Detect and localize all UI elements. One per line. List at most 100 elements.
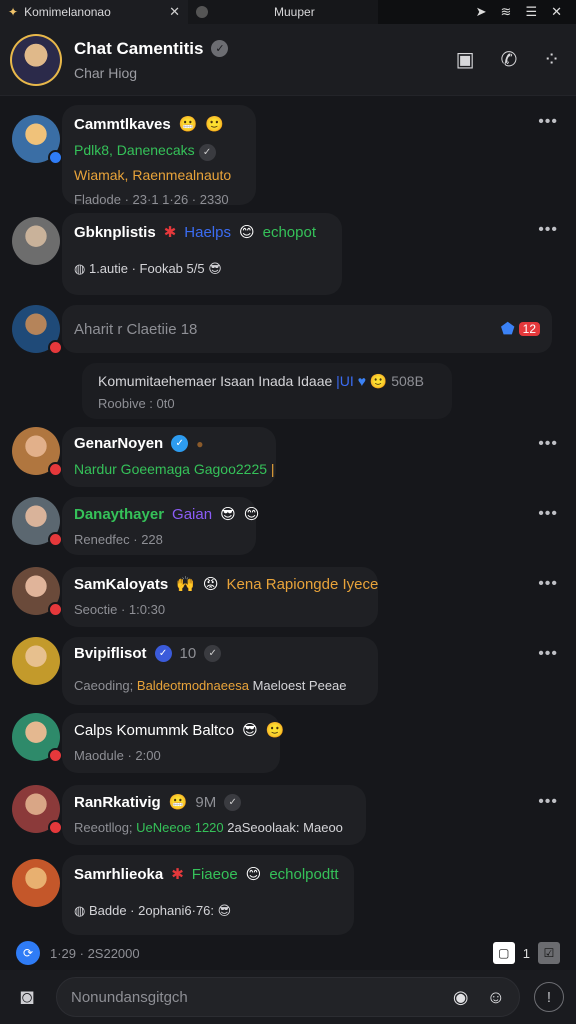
- window-icon[interactable]: ▢: [492, 942, 515, 964]
- more-options-icon[interactable]: •••: [538, 793, 558, 811]
- checkbox-icon[interactable]: ☑: [538, 942, 560, 964]
- preview-line: Caeoding; Baldeotmodnaeesa Maeloest Peea…: [74, 678, 366, 693]
- emoji-icon: 🙂: [369, 373, 388, 389]
- tag-text: 10: [179, 645, 197, 662]
- check-icon: ✓: [224, 793, 242, 811]
- wifi-icon: ≋: [500, 4, 512, 19]
- emoji-icon: 😎: [242, 722, 258, 739]
- quote-extra: 508B: [391, 373, 424, 389]
- quoted-message: Komumitaehemaer Isaan Inada Idaae |UI ♥ …: [82, 363, 452, 419]
- contact-name-text: RanRkativig: [74, 793, 161, 811]
- avatar[interactable]: [12, 35, 60, 84]
- more-options-icon[interactable]: •••: [538, 221, 558, 239]
- message-placeholder: Nonundansgitgch: [71, 988, 188, 1006]
- close-icon[interactable]: ✕: [551, 4, 562, 20]
- quote-link[interactable]: |UI: [336, 373, 354, 389]
- app-icon: ✦: [8, 5, 19, 19]
- tag-text: Haelps: [184, 223, 231, 241]
- message-bubble: Aharit r Claetiie 18 ⬟ 12: [62, 305, 552, 353]
- menu-icon[interactable]: ☰: [525, 4, 537, 20]
- tag-text: 9M: [195, 793, 217, 811]
- tag-text: Fiaeoe: [191, 865, 238, 883]
- avatar: [12, 115, 63, 165]
- contact-name: Aharit r Claetiie 18: [74, 320, 198, 338]
- chat-list: Cammtlkaves 😬 🙂 Pdlk8, Danenecaks ✓ Wiam…: [0, 97, 576, 937]
- tag-text: echolpodtt: [269, 865, 339, 883]
- video-call-icon[interactable]: ▣: [456, 47, 475, 72]
- emoji-icon: 🙂: [265, 722, 285, 739]
- contact-name: GenarNoyen ✓ ●: [74, 435, 264, 452]
- message-input[interactable]: Nonundansgitgch ◉ ☺: [56, 977, 520, 1017]
- sync-icon[interactable]: ⟳: [16, 941, 40, 965]
- more-options-icon[interactable]: •••: [538, 505, 558, 523]
- message-bubble: RanRkativig 😬 9M ✓ Reeotllog; UeNeeoe 12…: [62, 785, 366, 845]
- tab-secondary[interactable]: Muuper: [188, 0, 378, 24]
- page-title: Chat Camentitis ✓: [74, 38, 229, 59]
- message-bubble: Bvipiflisot ✓ 10 ✓ Caeoding; Baldeotmodn…: [62, 637, 378, 705]
- tab-active[interactable]: ✦ Komimelanonao ✕: [0, 0, 188, 24]
- more-options-icon[interactable]: •••: [538, 113, 558, 131]
- verified-icon: ✓: [211, 40, 229, 57]
- count-badge: 12: [518, 322, 540, 336]
- camera-icon[interactable]: ◙: [12, 984, 42, 1010]
- message-bubble: Danaythayer Gaian 😎 😊 Renedfec · 228: [62, 497, 259, 555]
- emoji-icon: 😡: [202, 576, 219, 593]
- message-bubble: Gbknplistis ✱ Haelps 😊 echopot ◍ 1.autie…: [62, 213, 342, 295]
- avatar: [12, 713, 63, 763]
- preview-text: Caeoding;: [74, 678, 134, 693]
- contact-name: Samrhlieoka ✱ Fiaeoe 😊 echolpodtt: [74, 865, 342, 884]
- avatar: [12, 785, 63, 835]
- timestamp: Maodule · 2:00: [74, 748, 161, 763]
- preview-line: Pdlk8, Danenecaks ✓: [74, 142, 244, 161]
- emoji-icon: 😬: [168, 794, 188, 811]
- phone-icon[interactable]: ✆: [500, 47, 517, 72]
- contact-name-text: Danaythayer: [74, 505, 165, 523]
- emoji-icon: 🙌: [176, 576, 195, 593]
- emoji-icon: 😎: [208, 261, 222, 276]
- microphone-icon[interactable]: !: [534, 982, 564, 1012]
- message-composer: ◙ Nonundansgitgch ◉ ☺ !: [0, 970, 576, 1024]
- preview-line: Reeotllog; UeNeeoe 1220 2aSeoolaak: Maeo…: [74, 820, 354, 835]
- status-badge: [48, 462, 63, 477]
- timestamp: Renedfec · 228: [74, 532, 163, 547]
- preview-text: Reeotllog;: [74, 820, 133, 835]
- status-text: 1·29 · 2S22000: [50, 945, 140, 961]
- page-title-text: Chat Camentitis: [74, 38, 204, 58]
- contact-name-text: Calps Komummk Baltco: [74, 721, 235, 739]
- more-options-icon[interactable]: •••: [538, 435, 558, 453]
- emoji-icon: 😬: [178, 116, 198, 133]
- send-icon[interactable]: ➤: [476, 4, 487, 20]
- more-options-icon[interactable]: •••: [538, 645, 558, 663]
- contact-name: RanRkativig 😬 9M ✓: [74, 793, 354, 811]
- status-badge: [48, 532, 63, 547]
- status-badge: [48, 602, 63, 617]
- emoji-icon: 😊: [245, 866, 262, 883]
- app-icon: [196, 6, 208, 18]
- emoji-picker-icon[interactable]: ◉: [453, 987, 469, 1008]
- timestamp: Fladode · 23·1 1·26 · 2330: [74, 192, 229, 207]
- close-icon[interactable]: ✕: [169, 4, 180, 20]
- more-icon[interactable]: ⁘: [543, 47, 560, 72]
- preview-text: Nardur Goeemaga Gagoo2225: [74, 461, 268, 477]
- contact-name: SamKaloyats 🙌 😡 Kena Rapiongde Iyece: [74, 575, 378, 594]
- message-bubble: GenarNoyen ✓ ● Nardur Goeemaga Gagoo2225…: [62, 427, 276, 487]
- status-badge: [48, 150, 63, 165]
- preview-text: 2aSeoolaak: Maeoo: [227, 820, 343, 835]
- avatar: [12, 217, 60, 265]
- tab-label: Muuper: [274, 5, 315, 19]
- status-badge: [48, 340, 63, 355]
- preview-line: ◍ 1.autie · Fookab 5/5 😎: [74, 261, 330, 277]
- quote-sub: Roobive : 0t0: [98, 396, 175, 411]
- contact-name-text: SamKaloyats: [74, 575, 169, 593]
- preview-text: Badde · 2ophani6·76:: [88, 903, 215, 918]
- contact-name-text: GenarNoyen: [74, 435, 164, 452]
- preview-text: Baldeotmodnaeesa: [136, 678, 249, 693]
- tab-label: Komimelanonao: [24, 5, 111, 19]
- message-bubble: Cammtlkaves 😬 🙂 Pdlk8, Danenecaks ✓ Wiam…: [62, 105, 256, 207]
- preview-text: Pdlk8, Danenecaks: [74, 142, 195, 158]
- sticker-icon[interactable]: ☺: [487, 987, 505, 1008]
- avatar: [12, 859, 60, 907]
- more-options-icon[interactable]: •••: [538, 575, 558, 593]
- emoji-icon: 🙂: [205, 116, 225, 133]
- contact-name-text: Cammtlkaves: [74, 115, 171, 133]
